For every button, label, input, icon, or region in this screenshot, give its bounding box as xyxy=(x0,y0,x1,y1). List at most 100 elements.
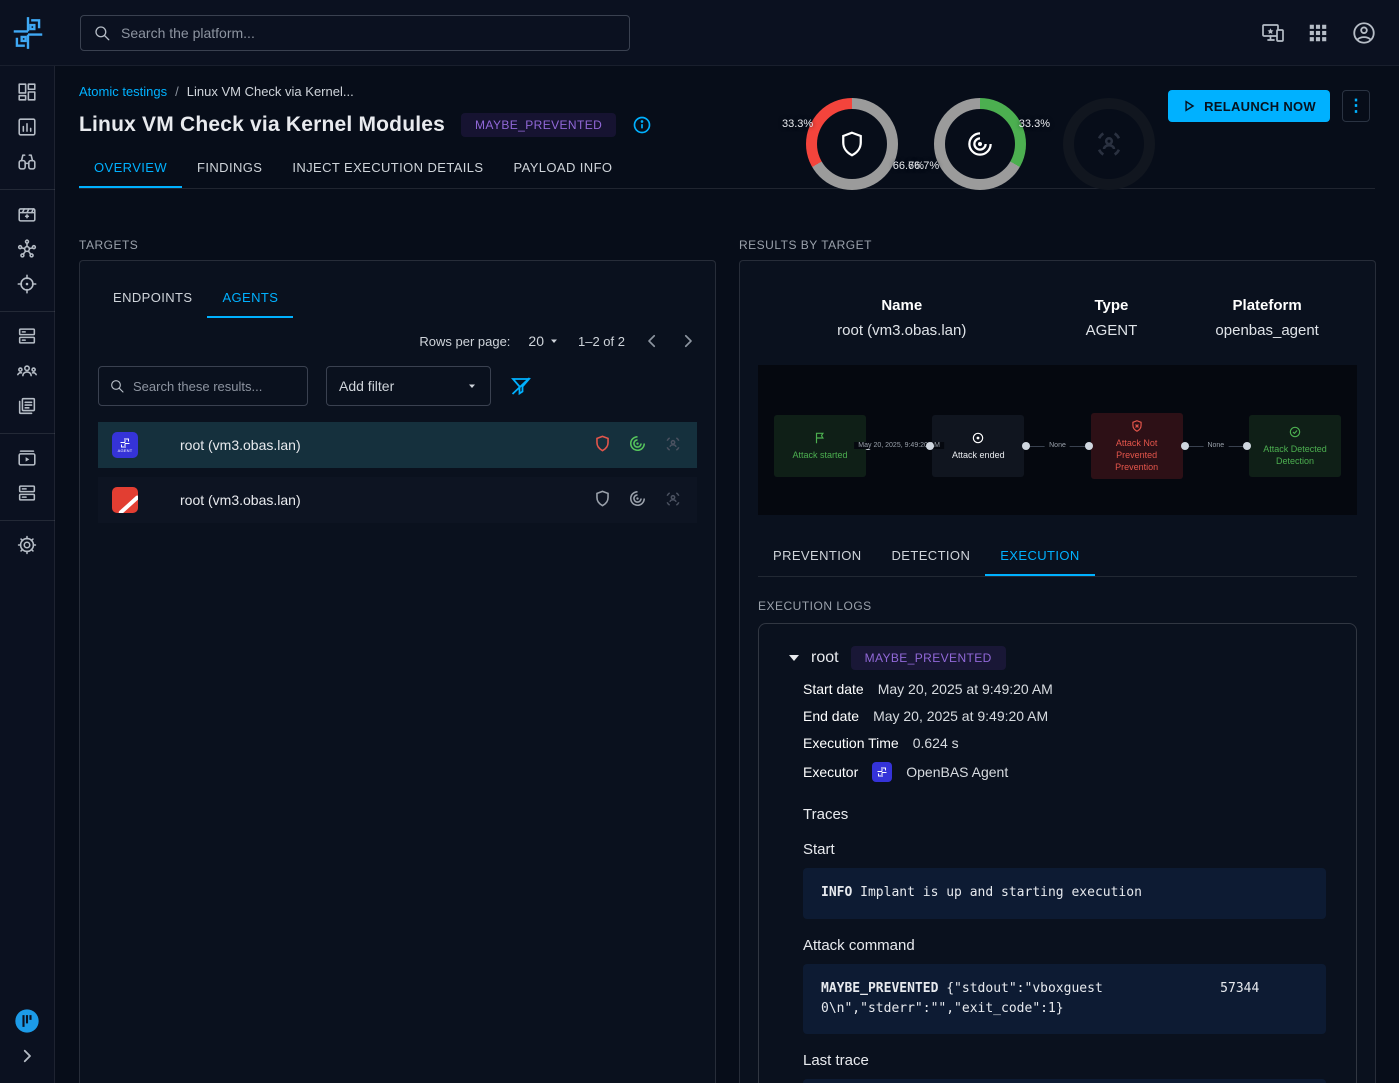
tab-agents[interactable]: AGENTS xyxy=(207,279,293,318)
tab-payload-info[interactable]: PAYLOAD INFO xyxy=(499,149,628,188)
timeline-node-attack-ended: Attack ended xyxy=(932,415,1024,477)
timeline-node-not-prevented: Attack Not PreventedPrevention xyxy=(1091,413,1183,479)
add-filter-label: Add filter xyxy=(339,378,394,394)
log-section-attack-command-label: Attack command xyxy=(789,937,1326,954)
sidebar-item-atomic-testings[interactable] xyxy=(0,268,55,303)
sidebar-bottom xyxy=(0,1003,55,1083)
openbas-agent-icon xyxy=(872,762,892,782)
inject-tabs: OVERVIEW FINDINGS INJECT EXECUTION DETAI… xyxy=(79,149,1375,189)
movie-clapper-icon xyxy=(16,203,38,228)
meta-type-value: AGENT xyxy=(1046,322,1178,339)
sidebar-item-findings[interactable] xyxy=(0,146,55,181)
sidebar-item-documents[interactable] xyxy=(0,390,55,425)
openbas-agent-icon: AGENT xyxy=(112,432,138,458)
results-section-label: RESULTS BY TARGET xyxy=(739,238,1376,252)
prevention-main-pct: 33.3% xyxy=(782,118,813,130)
log-attack-command: MAYBE_PREVENTED {"stdout":"vboxguest 573… xyxy=(803,964,1326,1034)
tab-endpoints[interactable]: ENDPOINTS xyxy=(98,279,207,318)
main-content: Atomic testings / Linux VM Check via Ker… xyxy=(55,66,1399,1083)
log-section-start-label: Start xyxy=(789,841,1326,858)
pagination-controls: Rows per page: 20 1–2 of 2 xyxy=(98,332,697,350)
filter-row: Add filter xyxy=(98,366,697,406)
platform-search-input[interactable] xyxy=(121,25,617,41)
clear-filters-icon[interactable] xyxy=(509,374,533,398)
execution-logs-card: root MAYBE_PREVENTED Start date May 20, … xyxy=(758,623,1357,1083)
status-chip: MAYBE_PREVENTED xyxy=(461,113,616,137)
agent-badge-label: AGENT xyxy=(118,448,133,453)
dashboard-icon xyxy=(16,81,38,106)
sidebar-item-teams[interactable] xyxy=(0,355,55,390)
results-search xyxy=(98,366,308,406)
rows-per-page-label: Rows per page: xyxy=(419,334,510,349)
traces-label: Traces xyxy=(789,806,1326,823)
execution-agent-name: root xyxy=(811,649,839,667)
chevron-down-icon xyxy=(466,380,478,392)
collapse-caret-icon[interactable] xyxy=(789,655,799,661)
flag-icon xyxy=(813,431,827,445)
devices-star-icon[interactable] xyxy=(1261,21,1285,45)
agent-row-caldera[interactable]: root (vm3.obas.lan) xyxy=(98,477,697,523)
sidebar-divider xyxy=(0,311,55,312)
agents-list: AGENT root (vm3.obas.lan) root (vm3 xyxy=(98,422,697,523)
previous-page-icon[interactable] xyxy=(643,332,661,350)
binoculars-icon xyxy=(16,151,38,176)
next-page-icon[interactable] xyxy=(679,332,697,350)
relaunch-now-button[interactable]: RELAUNCH NOW xyxy=(1168,90,1330,122)
sidebar-item-statistics[interactable] xyxy=(0,111,55,146)
attack-timeline: Attack started May 20, 2025, 9:49:20 AM … xyxy=(758,365,1357,515)
targets-card: ENDPOINTS AGENTS Rows per page: 20 1–2 o… xyxy=(79,260,716,1083)
sidebar-item-assets[interactable] xyxy=(0,320,55,355)
openbas-app: Atomic testings / Linux VM Check via Ker… xyxy=(0,0,1399,1083)
tab-findings[interactable]: FINDINGS xyxy=(182,149,277,188)
add-filter-select[interactable]: Add filter xyxy=(326,366,491,406)
agent-name: root (vm3.obas.lan) xyxy=(180,492,301,508)
sensor-occupied-icon xyxy=(1063,98,1155,190)
breadcrumb-atomic-testings[interactable]: Atomic testings xyxy=(79,84,167,99)
tab-inject-execution-details[interactable]: INJECT EXECUTION DETAILS xyxy=(277,149,498,188)
rows-per-page-select[interactable]: 20 xyxy=(528,333,560,349)
apps-grid-icon[interactable] xyxy=(1307,22,1329,44)
tab-execution[interactable]: EXECUTION xyxy=(985,537,1094,576)
kebab-menu-button[interactable]: ⋮ xyxy=(1342,90,1370,122)
log-last-trace: MAYBE_PREVENTED Payload completed xyxy=(803,1079,1326,1083)
human-validation-donut xyxy=(1063,98,1155,190)
agent-row-openbas[interactable]: AGENT root (vm3.obas.lan) xyxy=(98,422,697,468)
target-meta: Name root (vm3.obas.lan) Type AGENT Plat… xyxy=(758,297,1357,339)
server-rows-icon xyxy=(16,325,38,350)
expand-sidebar-icon[interactable] xyxy=(0,1038,55,1073)
tab-detection[interactable]: DETECTION xyxy=(877,537,986,576)
results-search-input[interactable] xyxy=(133,379,297,394)
sidebar-item-scenarios[interactable] xyxy=(0,198,55,233)
timeline-link: None xyxy=(1183,446,1249,447)
filigran-logo-icon[interactable] xyxy=(0,1003,55,1038)
meta-platform-value: openbas_agent xyxy=(1177,322,1357,339)
sidebar-item-dashboard[interactable] xyxy=(0,76,55,111)
prevention-shield-icon xyxy=(593,489,612,511)
sidebar-item-payloads[interactable] xyxy=(0,442,55,477)
detection-score-donut: 66.7% 33.3% xyxy=(934,98,1026,190)
sidebar-item-settings[interactable] xyxy=(0,529,55,564)
execution-log-header: root MAYBE_PREVENTED xyxy=(789,646,1326,670)
page-title: Linux VM Check via Kernel Modules xyxy=(79,113,445,137)
tab-overview[interactable]: OVERVIEW xyxy=(79,149,182,188)
timeline-node-detected: Attack DetectedDetection xyxy=(1249,415,1341,477)
account-circle-icon[interactable] xyxy=(1351,20,1377,46)
sidebar-item-integrations[interactable] xyxy=(0,477,55,512)
field-execution-time: Execution Time 0.624 s xyxy=(789,735,1326,751)
info-icon[interactable] xyxy=(632,115,652,135)
prevention-shield-icon xyxy=(593,434,612,456)
pagination-range: 1–2 of 2 xyxy=(578,334,625,349)
top-app-bar xyxy=(0,0,1399,66)
search-icon xyxy=(109,378,125,394)
human-validation-icon xyxy=(663,489,683,512)
bar-chart-icon xyxy=(16,116,38,141)
rows-per-page-value: 20 xyxy=(528,333,544,349)
openbas-logo-icon[interactable] xyxy=(0,14,56,52)
left-nav-sidebar xyxy=(0,66,55,1083)
caldera-agent-icon xyxy=(112,487,138,513)
timeline-link: May 20, 2025, 9:49:20 AM xyxy=(866,446,932,447)
tab-prevention[interactable]: PREVENTION xyxy=(758,537,877,576)
detection-track-icon xyxy=(628,489,647,511)
sidebar-item-simulations[interactable] xyxy=(0,233,55,268)
timeline-link: None xyxy=(1024,446,1090,447)
